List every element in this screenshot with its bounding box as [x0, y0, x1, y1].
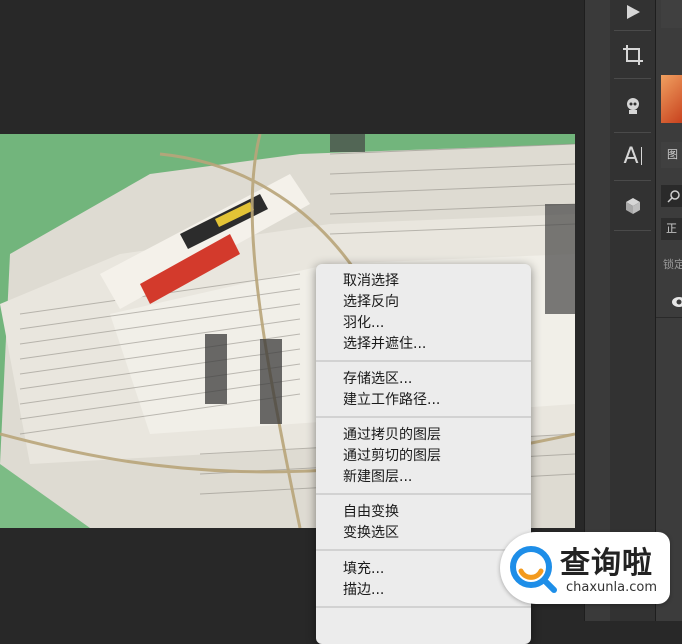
puppet-warp-icon[interactable]	[613, 86, 652, 126]
tool-divider	[614, 180, 651, 181]
tool-divider	[614, 78, 651, 79]
menu-separator	[316, 416, 531, 418]
tool-divider	[614, 30, 651, 31]
panel-tab[interactable]: 图	[661, 142, 682, 168]
menu-separator	[316, 549, 531, 551]
menu-item-stroke[interactable]: 描边...	[343, 580, 384, 601]
menu-item-fill[interactable]: 填充...	[343, 559, 384, 580]
menu-item-transform-selection[interactable]: 变换选区	[343, 523, 399, 544]
menu-item-layer-via-cut[interactable]: 通过剪切的图层	[343, 446, 441, 467]
cursor-bar	[640, 147, 642, 165]
crop-icon[interactable]	[613, 35, 652, 75]
menu-item-free-transform[interactable]: 自由变换	[343, 502, 399, 523]
watermark-title: 查询啦	[560, 546, 653, 581]
menu-item-make-work-path[interactable]: 建立工作路径...	[343, 390, 440, 411]
context-menu: 取消选择 选择反向 羽化... 选择并遮住... 存储选区... 建立工作路径.…	[316, 264, 531, 644]
watermark-badge: 查询啦 chaxunla.com	[500, 532, 670, 604]
blend-mode-select[interactable]: 正	[661, 218, 682, 240]
lock-label: 锁定	[663, 258, 682, 271]
menu-item-new-layer[interactable]: 新建图层...	[343, 467, 412, 488]
tool-divider	[614, 230, 651, 231]
layer-search-icon[interactable]	[661, 185, 682, 207]
visibility-eye-icon[interactable]	[661, 287, 682, 317]
menu-separator	[316, 493, 531, 495]
tool-column: A	[610, 0, 656, 621]
menu-separator	[316, 606, 531, 608]
panel-divider	[656, 317, 682, 318]
menu-item-select-and-mask[interactable]: 选择并遮住...	[343, 334, 426, 355]
menu-item-layer-via-copy[interactable]: 通过拷贝的图层	[343, 425, 441, 446]
menu-item-save-selection[interactable]: 存储选区...	[343, 369, 412, 390]
panel-separator	[584, 0, 611, 621]
magnifier-logo-icon	[510, 546, 557, 593]
tool-divider	[614, 132, 651, 133]
play-icon[interactable]	[613, 0, 652, 32]
watermark-url: chaxunla.com	[566, 580, 657, 595]
menu-separator	[316, 360, 531, 362]
panel-top-strip	[661, 0, 682, 28]
character-panel-label: A	[623, 143, 639, 169]
color-swatch[interactable]	[661, 75, 682, 123]
right-panel: 图 正 锁定	[656, 0, 682, 621]
character-panel-icon[interactable]: A	[613, 136, 652, 176]
menu-item-deselect[interactable]: 取消选择	[343, 271, 399, 292]
menu-item-select-inverse[interactable]: 选择反向	[343, 292, 399, 313]
3d-icon[interactable]	[613, 186, 652, 226]
menu-item-feather[interactable]: 羽化...	[343, 313, 384, 334]
